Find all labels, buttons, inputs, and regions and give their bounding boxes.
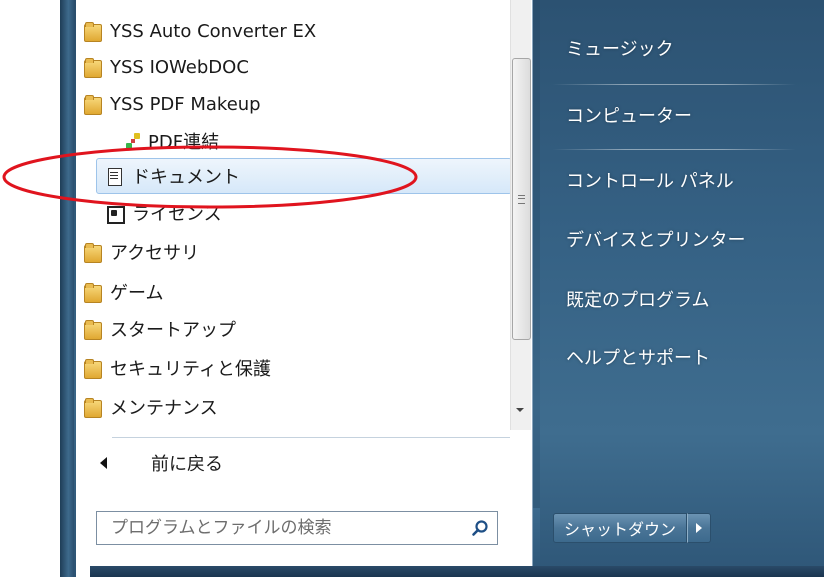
right-item-label: コンピューター (566, 106, 692, 127)
program-label: YSS PDF Makeup (110, 93, 261, 115)
program-folder-startup[interactable]: スタートアップ (82, 311, 236, 347)
program-label: メンテナンス (110, 398, 218, 419)
folder-icon (82, 94, 102, 115)
program-label: YSS IOWebDOC (110, 56, 249, 78)
divider (112, 437, 510, 438)
program-item-document[interactable]: ドキュメント (104, 158, 240, 194)
program-folder-yss-iowebdoc[interactable]: YSS IOWebDOC (82, 49, 249, 85)
folder-icon (82, 397, 102, 418)
right-panel-divider (552, 84, 796, 85)
grip-icon (518, 195, 525, 204)
folder-icon (82, 319, 102, 340)
program-label: ドキュメント (132, 167, 240, 188)
program-folder-yss-pdf-makeup[interactable]: YSS PDF Makeup (82, 86, 261, 122)
program-item-license[interactable]: ライセンス (104, 195, 222, 231)
back-button[interactable]: 前に戻る (96, 447, 223, 479)
right-item-label: コントロール パネル (566, 171, 734, 192)
folder-icon (82, 57, 102, 78)
start-menu-left-edge (60, 0, 74, 577)
right-panel-divider (552, 149, 796, 150)
folder-icon (82, 282, 102, 303)
right-item-music[interactable]: ミュージック (566, 28, 674, 68)
back-arrow-icon (100, 457, 107, 469)
right-item-label: 既定のプログラム (566, 290, 710, 311)
program-label: ライセンス (132, 204, 222, 225)
program-label: セキュリティと保護 (110, 359, 271, 380)
program-folder-games[interactable]: ゲーム (82, 274, 163, 310)
scrollbar-thumb[interactable] (512, 58, 531, 340)
right-item-label: ヘルプとサポート (566, 348, 710, 369)
license-icon (104, 203, 125, 224)
chevron-right-icon (696, 523, 703, 533)
shutdown-group: シャットダウン (553, 513, 712, 543)
right-item-default-programs[interactable]: 既定のプログラム (566, 279, 709, 319)
folder-icon (82, 21, 102, 42)
taskbar-edge (90, 566, 824, 577)
right-item-label: ミュージック (566, 39, 674, 60)
program-label: YSS Auto Converter EX (110, 20, 317, 42)
program-folder-accessories[interactable]: アクセサリ (82, 234, 199, 270)
document-icon (104, 166, 124, 186)
program-item-pdf-link[interactable]: PDF連結 (124, 123, 219, 159)
program-folder-maintenance[interactable]: メンテナンス (82, 389, 218, 425)
shutdown-label: シャットダウン (564, 520, 677, 539)
search-input[interactable] (97, 512, 457, 544)
program-label: PDF連結 (148, 132, 220, 153)
search-box[interactable] (96, 511, 498, 545)
scroll-down-arrow-icon[interactable] (516, 408, 524, 412)
right-item-label: デバイスとプリンター (566, 230, 746, 251)
back-label: 前に戻る (151, 454, 223, 475)
search-icon[interactable] (471, 519, 489, 537)
right-item-devices-printers[interactable]: デバイスとプリンター (566, 219, 745, 259)
program-label: ゲーム (110, 283, 164, 304)
program-label: アクセサリ (110, 243, 200, 264)
folder-icon (82, 242, 102, 263)
shutdown-button[interactable]: シャットダウン (553, 513, 688, 543)
program-folder-security[interactable]: セキュリティと保護 (82, 350, 271, 386)
program-list-scrollbar[interactable] (510, 0, 531, 430)
right-item-computer[interactable]: コンピューター (566, 95, 692, 135)
shutdown-options-button[interactable] (687, 513, 712, 543)
right-item-help-support[interactable]: ヘルプとサポート (566, 337, 710, 377)
folder-icon (82, 358, 102, 379)
program-label: スタートアップ (110, 320, 236, 341)
pdf-link-icon (124, 131, 144, 151)
right-item-control-panel[interactable]: コントロール パネル (566, 160, 734, 200)
program-folder-yss-auto-converter[interactable]: YSS Auto Converter EX (82, 13, 316, 49)
